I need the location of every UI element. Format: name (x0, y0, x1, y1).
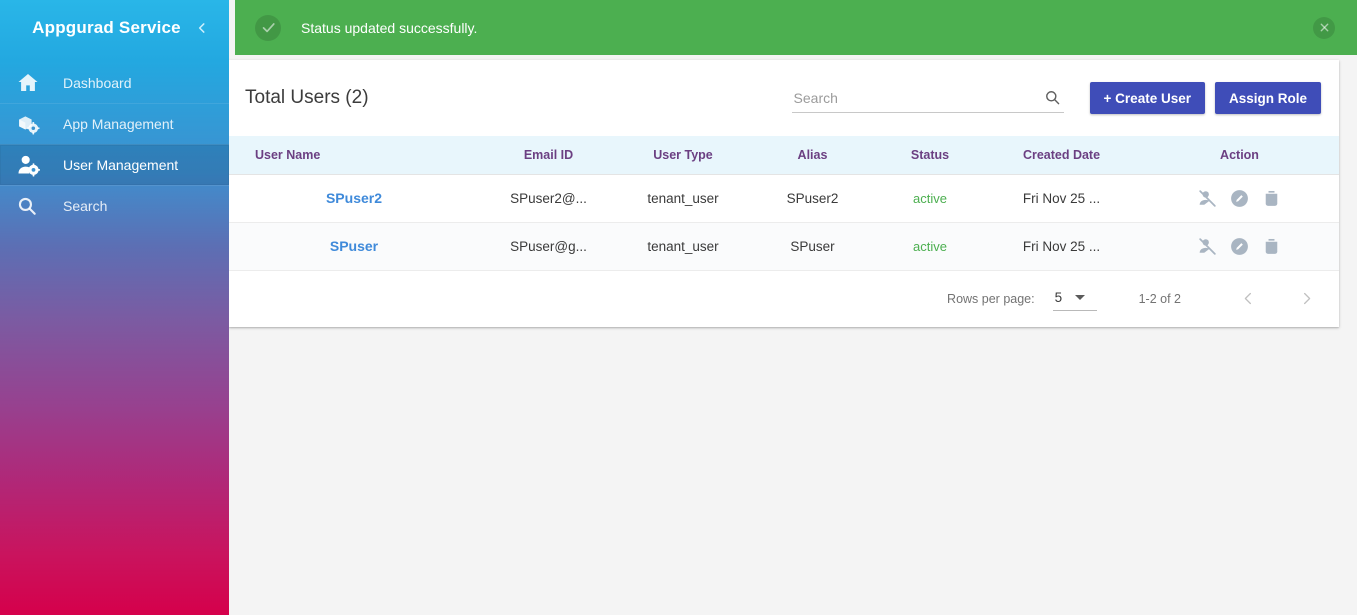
sidebar-item-label: Dashboard (63, 74, 132, 91)
next-page-button[interactable] (1291, 284, 1321, 314)
chevron-down-icon (1075, 294, 1086, 300)
sidebar-brand: Appgurad Service (0, 0, 229, 55)
rows-per-page-label: Rows per page: (947, 291, 1035, 306)
card-header: Total Users (2) + Create User Assign Rol… (229, 60, 1339, 136)
cell-action (1140, 222, 1339, 271)
table-body: SPuser2 SPuser2@... tenant_user SPuser2 … (229, 174, 1339, 271)
edit-icon[interactable] (1229, 188, 1250, 209)
column-header-user-type: User Type (618, 136, 748, 175)
cell-user-name: SPuser (229, 222, 479, 271)
table-row[interactable]: SPuser SPuser@g... tenant_user SPuser ac… (229, 222, 1339, 271)
rows-per-page-select[interactable]: 5 (1052, 287, 1097, 311)
main-content: Status updated successfully. Total Users… (229, 0, 1357, 615)
sidebar-item-label: Search (63, 198, 108, 214)
edit-icon[interactable] (1229, 236, 1250, 257)
check-circle-icon (255, 14, 281, 41)
chevron-right-icon (1303, 292, 1310, 305)
rows-per-page-value: 5 (1054, 289, 1063, 305)
row-actions (1140, 236, 1339, 257)
search-icon[interactable] (1042, 86, 1064, 108)
users-table: User Name Email ID User Type Alias Statu… (229, 136, 1339, 271)
cell-user-name: SPuser2 (229, 174, 479, 223)
page-title: Total Users (2) (245, 87, 369, 108)
cell-user-type: tenant_user (618, 174, 748, 223)
cell-action (1140, 174, 1339, 223)
chevron-left-icon (1244, 292, 1251, 305)
cell-created-date: Fri Nov 25 ... (983, 174, 1140, 223)
row-actions (1140, 188, 1339, 209)
cell-alias: SPuser (748, 222, 877, 271)
cell-created-date: Fri Nov 25 ... (983, 222, 1140, 271)
disable-user-icon[interactable] (1197, 236, 1218, 257)
sidebar-item-label: User Management (63, 157, 179, 173)
cell-status: active (877, 174, 983, 223)
magnifier-icon (16, 195, 50, 217)
delete-icon[interactable] (1261, 188, 1282, 209)
sidebar-collapse-button[interactable] (189, 15, 215, 41)
sidebar-nav: Dashboard App Management User Management… (0, 62, 229, 226)
user-name-link[interactable]: SPuser2 (326, 190, 382, 206)
search-field[interactable] (791, 83, 1064, 113)
sidebar-item-dashboard[interactable]: Dashboard (0, 62, 229, 103)
assign-role-button[interactable]: Assign Role (1214, 82, 1321, 114)
table-header: User Name Email ID User Type Alias Statu… (229, 136, 1339, 175)
column-header-status: Status (877, 136, 983, 175)
previous-page-button[interactable] (1233, 284, 1263, 314)
cell-email-id: SPuser2@... (479, 174, 618, 223)
delete-icon[interactable] (1261, 236, 1282, 257)
sidebar-item-user-management[interactable]: User Management (0, 144, 229, 185)
alert-message: Status updated successfully. (301, 19, 478, 36)
alert-close-button[interactable] (1313, 16, 1335, 39)
disable-user-icon[interactable] (1197, 188, 1218, 209)
home-icon (16, 71, 50, 95)
sidebar-item-app-management[interactable]: App Management (0, 103, 229, 144)
pagination-range-label: 1-2 of 2 (1138, 291, 1181, 306)
column-header-action: Action (1140, 136, 1339, 175)
table-row[interactable]: SPuser2 SPuser2@... tenant_user SPuser2 … (229, 174, 1339, 223)
table-paginator: Rows per page: 5 1-2 of 2 (229, 270, 1339, 327)
success-alert: Status updated successfully. (235, 0, 1357, 55)
column-header-email-id: Email ID (479, 136, 618, 175)
create-user-button[interactable]: + Create User (1089, 82, 1205, 114)
close-icon (1320, 23, 1328, 32)
status-badge: active (913, 238, 947, 254)
column-header-user-name: User Name (229, 136, 479, 175)
search-input[interactable] (791, 83, 1064, 112)
column-header-alias: Alias (748, 136, 877, 175)
cell-user-type: tenant_user (618, 222, 748, 271)
app-root: Appgurad Service Dashboard App Managemen… (0, 0, 1357, 615)
cell-status: active (877, 222, 983, 271)
cell-email-id: SPuser@g... (479, 222, 618, 271)
user-settings-icon (16, 153, 50, 178)
chevron-left-icon (198, 22, 205, 33)
sidebar: Appgurad Service Dashboard App Managemen… (0, 0, 229, 615)
app-settings-icon (16, 112, 50, 137)
status-badge: active (913, 190, 947, 206)
table-header-row: User Name Email ID User Type Alias Statu… (229, 136, 1339, 175)
cell-alias: SPuser2 (748, 174, 877, 223)
sidebar-item-search[interactable]: Search (0, 185, 229, 226)
users-card: Total Users (2) + Create User Assign Rol… (229, 60, 1339, 327)
app-title: Appgurad Service (32, 17, 181, 37)
sidebar-item-label: App Management (63, 116, 174, 132)
column-header-created-date: Created Date (983, 136, 1140, 175)
user-name-link[interactable]: SPuser (330, 238, 378, 254)
